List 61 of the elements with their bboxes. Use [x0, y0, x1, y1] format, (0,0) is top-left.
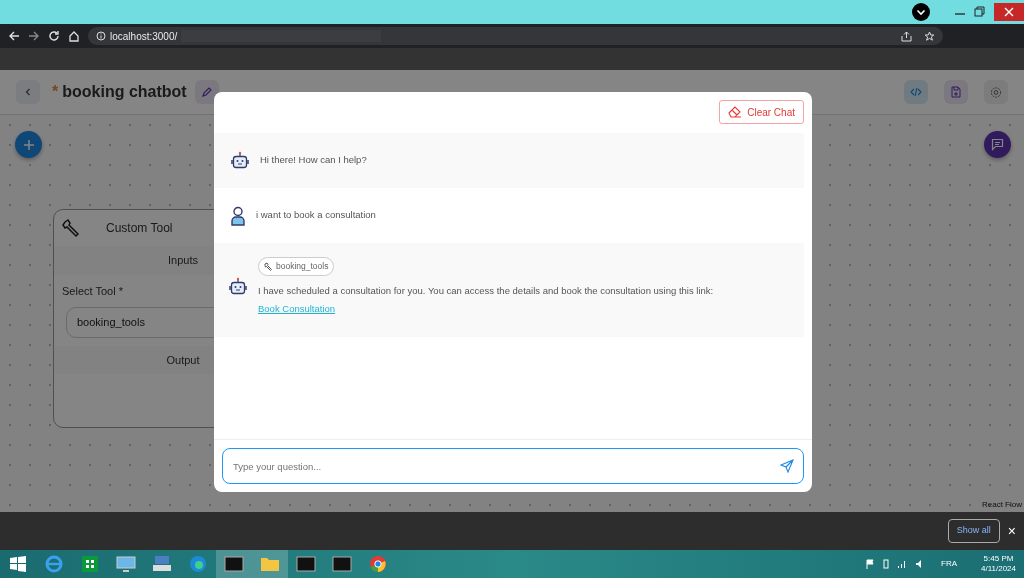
- question-field[interactable]: Type your question...: [222, 448, 804, 484]
- robot-icon: [230, 150, 250, 171]
- close-icon[interactable]: [994, 3, 1024, 21]
- edit-button[interactable]: [194, 80, 219, 104]
- home-icon[interactable]: [68, 30, 80, 42]
- monitor-icon: [116, 555, 136, 573]
- clock-date: 4/11/2024: [981, 564, 1016, 575]
- code-button[interactable]: [904, 80, 928, 104]
- globe-icon: [45, 555, 63, 573]
- edge-browser-icon: [189, 555, 207, 573]
- flow-title: booking chatbot: [62, 82, 187, 102]
- eraser-icon: [728, 106, 743, 118]
- settings-button[interactable]: [984, 80, 1008, 104]
- tool-chip[interactable]: booking_tools: [258, 257, 335, 277]
- url-text: localhost:3000/: [110, 29, 178, 44]
- save-button[interactable]: [944, 80, 968, 104]
- chat-button[interactable]: [984, 131, 1011, 158]
- section-heading: Inputs: [168, 254, 198, 266]
- store-icon: [81, 555, 99, 573]
- code-icon: [910, 86, 922, 98]
- keyboard-icon: [152, 555, 172, 573]
- windows-logo-icon: [10, 556, 26, 572]
- field-label: Select Tool: [62, 284, 116, 297]
- reload-icon[interactable]: [48, 30, 60, 42]
- terminal-icon: [332, 556, 352, 572]
- user-icon: [230, 205, 246, 226]
- node-title: Custom Tool: [106, 220, 173, 237]
- unsaved-mark: *: [52, 82, 59, 102]
- chrome-browser-icon: [369, 555, 387, 573]
- terminal-icon: [224, 556, 244, 572]
- signal-icon[interactable]: [897, 559, 907, 569]
- chat-icon: [991, 138, 1004, 151]
- forward-arrow-icon[interactable]: [28, 30, 40, 42]
- show-all-button[interactable]: Show all: [947, 519, 1000, 543]
- star-icon[interactable]: [924, 30, 935, 42]
- close-button[interactable]: ×: [1007, 520, 1016, 542]
- settings-icon: [990, 85, 1002, 99]
- folder-icon: [260, 556, 280, 572]
- clock-time: 5:45 PM: [982, 553, 1015, 564]
- send-icon[interactable]: [780, 459, 794, 473]
- message-text: Hi there! How can I help?: [260, 153, 367, 168]
- address-bar[interactable]: localhost:3000/: [88, 27, 943, 45]
- required-mark: *: [118, 284, 123, 297]
- add-node-button[interactable]: [15, 131, 42, 158]
- flag-icon[interactable]: [865, 559, 875, 569]
- pencil-icon: [200, 86, 213, 98]
- attribution-text: React Flow: [982, 499, 1022, 511]
- terminal-icon: [296, 556, 316, 572]
- plus-icon: [22, 138, 35, 151]
- restore-icon[interactable]: [974, 6, 986, 18]
- taskbar-app[interactable]: [216, 550, 252, 578]
- info-icon[interactable]: [96, 31, 106, 41]
- language-indicator[interactable]: FRA: [941, 558, 957, 570]
- chevron-down-icon[interactable]: [912, 3, 930, 21]
- battery-icon[interactable]: [883, 559, 889, 569]
- clear-chat-button[interactable]: Clear Chat: [719, 100, 804, 124]
- back-arrow-icon[interactable]: [8, 30, 20, 42]
- robot-icon: [228, 277, 248, 297]
- share-icon[interactable]: [901, 30, 912, 42]
- chevron-left-icon: [23, 87, 33, 97]
- section-heading: Output: [166, 353, 200, 366]
